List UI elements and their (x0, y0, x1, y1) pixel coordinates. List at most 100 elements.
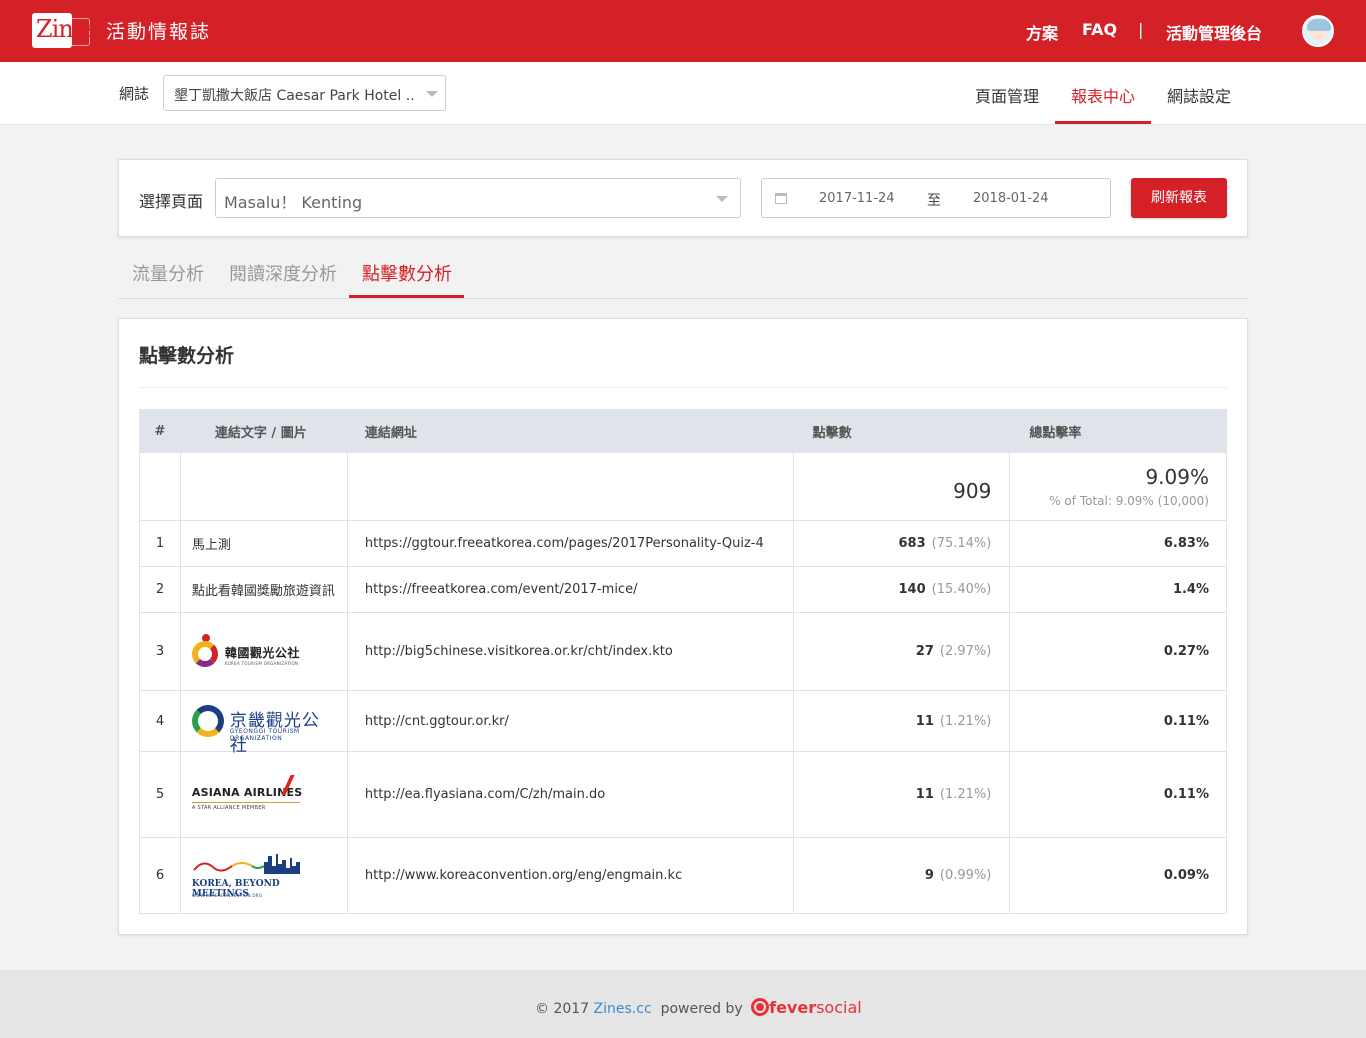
user-avatar[interactable] (1302, 15, 1334, 47)
chevron-down-icon (716, 196, 728, 202)
row-click-share: (2.97%) (939, 644, 992, 659)
gto-logo: 京畿觀光公社 GYEONGGI TOURISM ORGANIZATION (191, 703, 336, 756)
row-rate: 0.11% (1163, 713, 1209, 729)
kto-logo-subtitle: KOREA TOURISM ORGANIZATION (224, 660, 299, 666)
row-rate: 6.83% (1163, 536, 1209, 551)
row-clicks-cell: 9 (0.99%) (792, 837, 1011, 914)
column-header-rate: 總點擊率 (1009, 409, 1227, 453)
row-click-share: (75.14%) (931, 536, 992, 551)
active-tab-indicator (1055, 121, 1151, 124)
row-clicks: 11 (915, 713, 934, 729)
row-clicks: 140 (898, 582, 926, 597)
row-click-share: (1.21%) (939, 787, 992, 802)
refresh-report-button[interactable]: 刷新報表 (1131, 178, 1227, 218)
column-header-clicks: 點擊數 (792, 409, 1011, 453)
date-to-label: 至 (927, 193, 941, 209)
row-url: https://ggtour.freeatkorea.com/pages/201… (346, 520, 794, 567)
zine-select-value: 墾丁凱撒大飯店 Caesar Park Hotel ... (174, 88, 414, 104)
table-header-row: # 連結文字 / 圖片 連結網址 點擊數 總點擊率 (139, 409, 1227, 453)
row-clicks: 683 (898, 536, 926, 551)
active-analysis-tab-indicator (349, 295, 464, 298)
page-select-label: 選擇頁面 (139, 192, 204, 211)
row-rate: 0.27% (1163, 644, 1209, 659)
calendar-icon (775, 193, 787, 204)
tab-click-analysis[interactable]: 點擊數分析 (362, 260, 452, 286)
column-header-url: 連結網址 (346, 409, 794, 453)
table-row: 3 韓國觀光公社 KOREA TOURISM ORGANIZATION http… (139, 612, 1227, 691)
report-card: 點擊數分析 # 連結文字 / 圖片 連結網址 點擊數 總點擊率 909 9.09… (118, 318, 1248, 935)
nav-admin[interactable]: 活動管理後台 (1166, 20, 1262, 44)
tab-read-depth-analysis[interactable]: 閱讀深度分析 (229, 260, 337, 286)
row-rate-cell: 0.09% (1009, 837, 1227, 914)
report-divider (139, 387, 1227, 388)
row-index: 2 (139, 566, 181, 613)
summary-empty-cell (179, 452, 348, 521)
table-row: 6 KOREA, BEYOND MEETINGS WWW.KOREACONVEN… (139, 837, 1227, 914)
summary-row: 909 9.09% % of Total: 9.09% (10,000) (139, 452, 1227, 521)
total-rate-subtext: % of Total: 9.09% (10,000) (1049, 494, 1209, 508)
zines-logo[interactable]: Zines (32, 13, 98, 49)
sub-header: 網誌 墾丁凱撒大飯店 Caesar Park Hotel ... 頁面管理 報表… (0, 62, 1366, 125)
avatar-hair (1307, 19, 1331, 31)
filter-card: 選擇頁面 Masalu！ Kenting 2017-11-24 至 2018-0… (118, 159, 1248, 237)
top-bar: Zines 活動情報誌 方案 FAQ | 活動管理後台 (0, 0, 1366, 62)
row-clicks-cell: 27 (2.97%) (792, 612, 1011, 691)
summary-empty-cell (346, 452, 794, 521)
tab-page-management[interactable]: 頁面管理 (975, 83, 1039, 107)
column-header-link-text: 連結文字 / 圖片 (179, 409, 348, 453)
row-link-image-cell: 韓國觀光公社 KOREA TOURISM ORGANIZATION (179, 612, 348, 691)
row-url: http://ea.flyasiana.com/C/zh/main.do (346, 751, 794, 838)
row-url: http://cnt.ggtour.or.kr/ (346, 690, 794, 752)
row-index: 1 (139, 520, 181, 567)
row-clicks-cell: 11 (1.21%) (792, 751, 1011, 838)
tab-report-center[interactable]: 報表中心 (1071, 83, 1135, 107)
date-from[interactable]: 2017-11-24 (819, 191, 895, 206)
feversocial-logo-text-a[interactable]: fever (769, 998, 816, 1017)
logo-text: Zines (36, 15, 98, 43)
report-title: 點擊數分析 (139, 345, 235, 367)
analysis-tabs: 流量分析 閱讀深度分析 點擊數分析 (118, 250, 1248, 299)
row-index: 4 (139, 690, 181, 752)
summary-clicks-cell: 909 (792, 452, 1011, 521)
row-clicks: 11 (915, 787, 934, 802)
kto-logo: 韓國觀光公社 KOREA TOURISM ORGANIZATION (191, 633, 302, 670)
row-clicks-cell: 11 (1.21%) (792, 690, 1011, 752)
row-index: 3 (139, 612, 181, 691)
asiana-logo-subtitle: A STAR ALLIANCE MEMBER (191, 804, 266, 811)
row-link-text: 點此看韓國獎勵旅遊資訊 (179, 566, 348, 613)
gto-logo-circle (191, 705, 224, 737)
nav-plans[interactable]: 方案 (1026, 20, 1058, 44)
column-header-index: # (139, 409, 181, 453)
korea-convention-logo-url: WWW.KOREACONVENTION.ORG (191, 892, 263, 898)
nav-separator: | (1138, 20, 1144, 39)
date-range-picker[interactable]: 2017-11-24 至 2018-01-24 (761, 178, 1111, 218)
row-rate: 0.09% (1163, 868, 1209, 883)
footer-site-link[interactable]: Zines.cc (594, 1001, 652, 1017)
footer-credits: © 2017 Zines.cc powered by feversocial (535, 998, 862, 1018)
table-row: 4 京畿觀光公社 GYEONGGI TOURISM ORGANIZATION h… (139, 690, 1227, 756)
footer-copyright: © 2017 (535, 1001, 590, 1017)
nav-faq[interactable]: FAQ (1082, 20, 1117, 39)
row-rate: 1.4% (1172, 582, 1209, 597)
tab-traffic-analysis[interactable]: 流量分析 (132, 260, 204, 286)
row-index: 6 (139, 837, 181, 914)
row-link-text: 馬上測 (179, 520, 348, 567)
total-rate: 9.09% (1145, 465, 1209, 489)
date-to[interactable]: 2018-01-24 (973, 191, 1049, 206)
feversocial-logo-text-b[interactable]: social (816, 998, 862, 1017)
chevron-down-icon (426, 91, 438, 97)
footer-powered-by: powered by (660, 1001, 743, 1017)
total-clicks: 909 (953, 478, 992, 503)
kto-logo-ring (191, 640, 218, 667)
row-clicks-cell: 140 (15.40%) (792, 566, 1011, 613)
row-click-share: (1.21%) (939, 713, 992, 729)
page-select[interactable]: Masalu！ Kenting (215, 178, 741, 218)
table-row: 2 點此看韓國獎勵旅遊資訊 https://freeatkorea.com/ev… (139, 566, 1227, 613)
row-rate-cell: 0.27% (1009, 612, 1227, 691)
tab-zine-settings[interactable]: 網誌設定 (1167, 83, 1231, 107)
zine-select[interactable]: 墾丁凱撒大飯店 Caesar Park Hotel ... (163, 75, 446, 111)
row-click-share: (0.99%) (939, 868, 992, 883)
table-row: 1 馬上測 https://ggtour.freeatkorea.com/pag… (139, 520, 1227, 567)
row-index: 5 (139, 751, 181, 838)
brand-subtitle: 活動情報誌 (106, 21, 212, 43)
